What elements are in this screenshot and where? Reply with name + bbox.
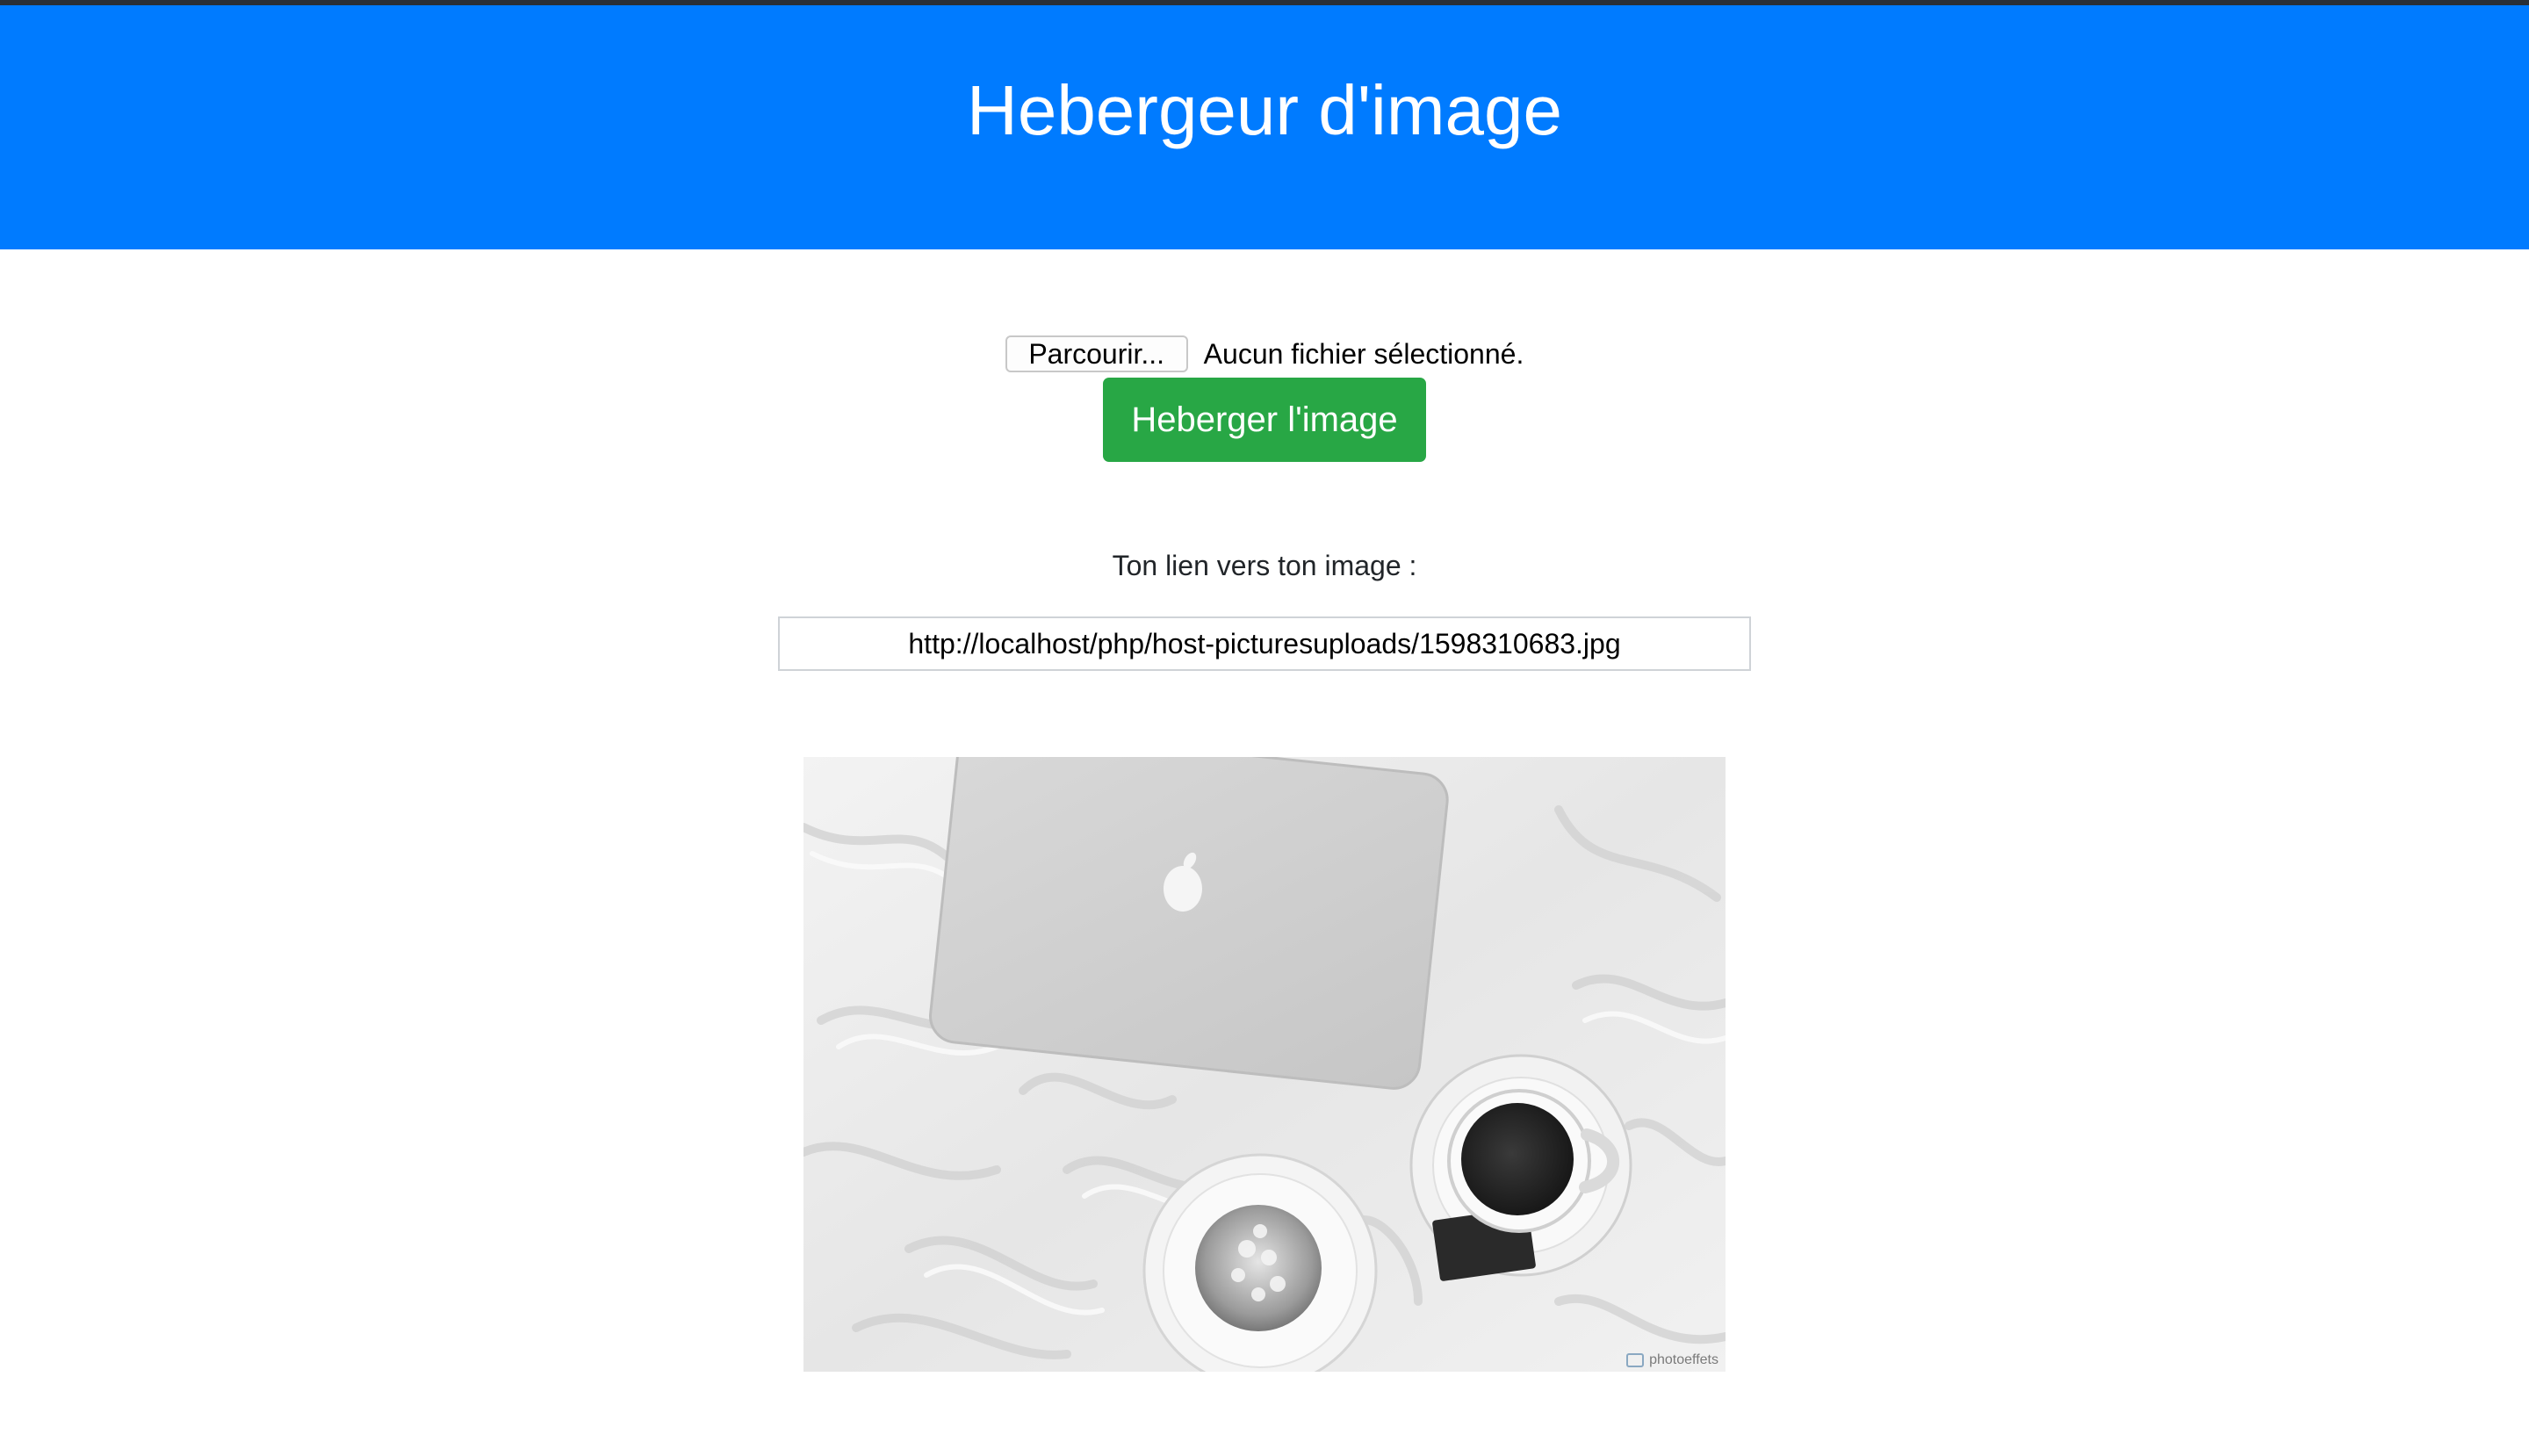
page-header: Hebergeur d'image	[0, 5, 2529, 249]
camera-icon	[1626, 1353, 1645, 1367]
link-label: Ton lien vers ton image :	[1112, 550, 1417, 581]
image-link-field[interactable]	[778, 616, 1751, 671]
file-status-text: Aucun fichier sélectionné.	[1203, 337, 1524, 370]
watermark-text: photoeffets	[1649, 1352, 1718, 1367]
file-input[interactable]: Parcourir... Aucun fichier sélectionné.	[0, 335, 2529, 372]
host-image-button[interactable]: Heberger l'image	[1103, 378, 1426, 462]
image-watermark: photoeffets	[1626, 1352, 1718, 1368]
uploaded-image: photoeffets	[803, 757, 1726, 1372]
photo-illustration	[803, 757, 1726, 1372]
browse-button[interactable]: Parcourir...	[1005, 335, 1188, 372]
page-title: Hebergeur d'image	[967, 71, 1562, 149]
